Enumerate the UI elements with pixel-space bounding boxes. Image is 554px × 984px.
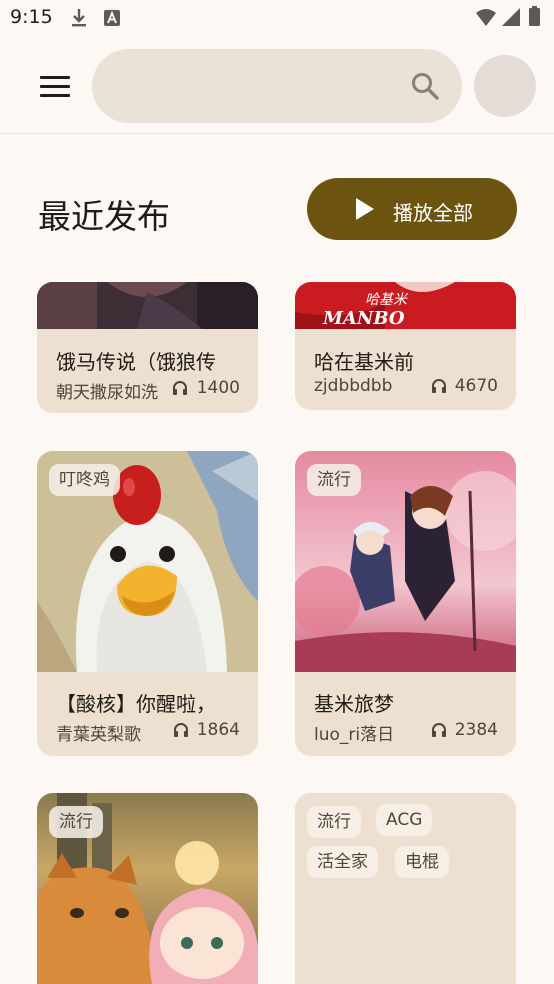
song-card[interactable]: 流行 ACG 活全家 电棍 xyxy=(295,793,516,984)
song-card[interactable]: 饿马传说（饿狼传 朝天撒尿如洗 1400 xyxy=(37,282,258,413)
search-input[interactable] xyxy=(116,49,406,123)
tag-chip: 活全家 xyxy=(307,846,378,878)
card-title: 【酸核】你醒啦， xyxy=(56,692,216,716)
play-all-button[interactable]: 播放全部 xyxy=(307,178,517,240)
search-bar[interactable] xyxy=(92,49,462,123)
signal-icon xyxy=(502,8,520,26)
avatar[interactable] xyxy=(474,55,536,117)
card-play-count: 2384 xyxy=(454,720,498,740)
card-author: zjdbbdbb xyxy=(314,376,393,396)
hamburger-menu-icon[interactable] xyxy=(40,76,70,98)
status-bar: 9:15 xyxy=(0,0,554,36)
song-card[interactable]: 流行 xyxy=(37,793,258,984)
card-cover-image xyxy=(37,282,258,329)
card-title: 饿马传说（饿狼传 xyxy=(56,350,216,374)
card-title: 哈在基米前 xyxy=(314,350,414,374)
search-icon[interactable] xyxy=(410,71,440,101)
card-author: luo_ri落日 xyxy=(314,725,395,745)
cover-subtext: MANBO xyxy=(322,308,405,329)
play-all-label: 播放全部 xyxy=(393,201,473,225)
card-author: 朝天撒尿如洗 xyxy=(56,383,158,403)
a-notification-icon xyxy=(104,10,120,26)
tag-chip: 流行 xyxy=(307,464,361,496)
card-play-count: 1400 xyxy=(196,378,240,398)
headphones-icon xyxy=(432,379,446,393)
cover-text: 哈基米 xyxy=(365,292,409,308)
battery-icon xyxy=(529,6,540,26)
headphones-icon xyxy=(432,723,446,737)
song-card[interactable]: 流行 基米旅梦 luo_ri落日 2384 xyxy=(295,451,516,756)
tag-chip: ACG xyxy=(376,804,433,836)
play-icon xyxy=(356,198,374,220)
section-title: 最近发布 xyxy=(38,197,170,236)
headphones-icon xyxy=(174,723,188,737)
card-title: 基米旅梦 xyxy=(314,692,394,716)
song-card[interactable]: 哈基米 MANBO 哈在基米前 zjdbbdbb 4670 xyxy=(295,282,516,410)
card-cover-image: 哈基米 MANBO xyxy=(295,282,516,329)
headphones-icon xyxy=(173,381,187,395)
status-time: 9:15 xyxy=(10,6,53,28)
tag-chip: 电棍 xyxy=(395,846,449,878)
card-play-count: 4670 xyxy=(454,376,498,396)
wifi-icon xyxy=(476,9,496,26)
download-icon xyxy=(72,9,86,27)
tag-chip: 叮咚鸡 xyxy=(49,464,120,496)
tag-chip: 流行 xyxy=(307,806,361,838)
top-app-bar xyxy=(0,36,554,134)
card-author: 青葉英梨歌 xyxy=(56,725,141,745)
song-card[interactable]: 叮咚鸡 【酸核】你醒啦， 青葉英梨歌 1864 xyxy=(37,451,258,756)
tag-chip: 流行 xyxy=(49,806,103,838)
card-play-count: 1864 xyxy=(196,720,240,740)
